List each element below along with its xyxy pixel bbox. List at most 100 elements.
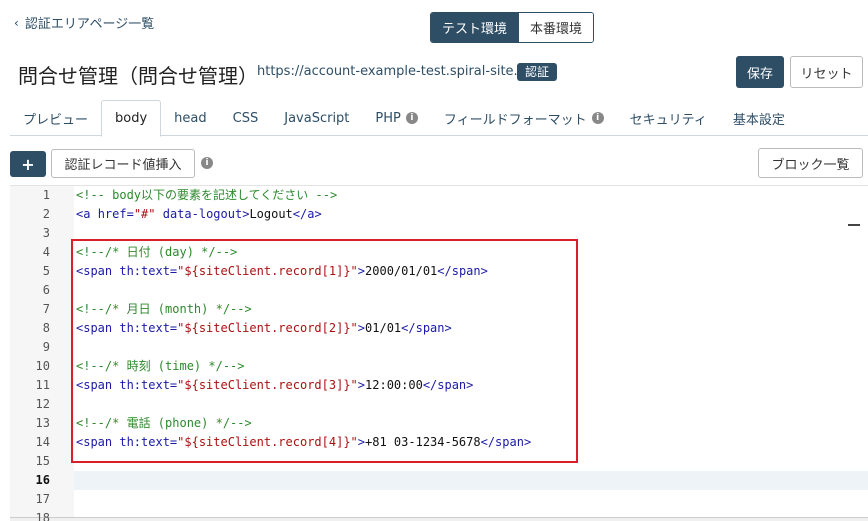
tab-label: プレビュー	[23, 112, 89, 128]
line-number: 18	[35, 511, 50, 521]
line-number: 1	[42, 188, 50, 202]
horizontal-scrollbar[interactable]	[10, 517, 868, 521]
code-token: <a	[76, 207, 98, 221]
reset-button[interactable]: リセット	[790, 56, 863, 88]
info-icon[interactable]: i	[405, 112, 418, 124]
code-line: <span th:text="${siteClient.record[3]}">…	[76, 376, 473, 395]
code-token: Logout	[249, 207, 293, 221]
tab-label: セキュリティ	[629, 112, 707, 128]
plus-icon: +	[21, 154, 35, 174]
code-line: <!--/* 月日 (month) */-->	[76, 300, 252, 319]
code-line: <span th:text="${siteClient.record[4]}">…	[76, 433, 531, 452]
code-line: <!--/* 日付 (day) */-->	[76, 243, 237, 262]
tab-label: body	[115, 111, 148, 126]
line-number: 15	[35, 454, 50, 468]
code-token: th:text=	[119, 435, 178, 449]
line-number: 7	[42, 302, 50, 316]
prod-env-button[interactable]: 本番環境	[518, 13, 594, 42]
code-token: <!-- body以下の要素を記述してください -->	[76, 188, 338, 202]
tab-8[interactable]: 基本設定	[720, 100, 798, 136]
code-token: href=	[97, 207, 134, 221]
test-env-button[interactable]: テスト環境	[431, 13, 519, 42]
current-line-highlight	[74, 471, 868, 490]
tab-5[interactable]: PHP i	[362, 100, 430, 136]
code-token: </span>	[422, 378, 474, 392]
code-token: +81 03-1234-5678	[365, 435, 481, 449]
line-number: 13	[35, 416, 50, 430]
editor-tabs: プレビュー body head CSS JavaScript PHP i フィールドフォーマッ…	[10, 100, 868, 137]
code-token: 01/01	[365, 321, 402, 335]
line-number: 14	[35, 435, 50, 449]
code-line: <!--/* 時刻 (time) */-->	[76, 357, 245, 376]
line-number: 9	[42, 340, 50, 354]
info-icon[interactable]: i	[591, 112, 604, 124]
line-number: 6	[42, 283, 50, 297]
line-number: 5	[42, 264, 50, 278]
code-token: "#"	[133, 207, 156, 221]
line-number: 3	[42, 226, 50, 240]
tab-label: CSS	[232, 110, 259, 126]
add-button[interactable]: +	[10, 151, 46, 177]
code-token: "${siteClient.record[2]}"	[177, 321, 358, 335]
minimize-icon[interactable]	[848, 224, 860, 226]
back-link[interactable]: ‹ 認証エリアページ一覧	[14, 13, 155, 33]
code-token: "${siteClient.record[1]}"	[177, 264, 358, 278]
tab-2[interactable]: head	[161, 100, 219, 136]
auth-badge: 認証	[517, 63, 558, 81]
page-url-link[interactable]: https://account-example-test.spiral-site…	[257, 64, 545, 79]
tab-label: PHP	[375, 110, 401, 126]
code-token: data-logout	[155, 207, 243, 221]
code-line: <!--/* 電話 (phone) */-->	[76, 414, 252, 433]
code-token: <!--/* 時刻 (time) */-->	[76, 359, 245, 373]
code-token: <span	[76, 378, 120, 392]
code-token: </span>	[437, 264, 488, 278]
tab-1[interactable]: body	[101, 100, 162, 137]
code-token: th:text=	[119, 321, 178, 335]
line-number: 2	[42, 207, 50, 221]
code-token: </span>	[401, 321, 452, 335]
back-link-label: 認証エリアページ一覧	[24, 17, 155, 32]
tab-0[interactable]: プレビュー	[10, 100, 101, 136]
insert-auth-record-button[interactable]: 認証レコード値挿入	[51, 149, 195, 178]
code-token: 12:00:00	[365, 378, 423, 392]
code-token: <!--/* 月日 (month) */-->	[76, 302, 252, 316]
tab-label: フィールドフォーマット	[443, 112, 587, 128]
code-line: <a href="#" data-logout>Logout</a>	[76, 205, 322, 224]
code-token: 2000/01/01	[365, 264, 438, 278]
code-token: </span>	[480, 435, 532, 449]
code-token: <span	[76, 435, 120, 449]
tab-4[interactable]: JavaScript	[271, 100, 362, 136]
line-number: 4	[42, 245, 50, 259]
line-number: 10	[35, 359, 50, 373]
save-button[interactable]: 保存	[736, 56, 784, 88]
tab-3[interactable]: CSS	[220, 100, 272, 136]
tab-label: JavaScript	[284, 110, 350, 126]
environment-toggle: テスト環境 本番環境	[430, 12, 595, 43]
code-line: <span th:text="${siteClient.record[2]}">…	[76, 319, 452, 338]
code-token: <span	[76, 321, 120, 335]
line-number: 8	[42, 321, 50, 335]
line-number: 16	[35, 473, 50, 487]
line-number: 11	[35, 378, 50, 392]
line-number: 17	[35, 492, 50, 506]
code-line: <span th:text="${siteClient.record[1]}">…	[76, 262, 488, 281]
code-token: <span	[76, 264, 120, 278]
code-token: <!--/* 日付 (day) */-->	[76, 245, 238, 259]
code-token: th:text=	[119, 378, 178, 392]
info-icon[interactable]: i	[201, 157, 213, 169]
tab-label: 基本設定	[732, 112, 785, 128]
code-token: </a>	[292, 207, 322, 221]
tab-7[interactable]: セキュリティ	[617, 100, 720, 136]
block-list-button[interactable]: ブロック一覧	[758, 148, 863, 178]
page-title: 問合せ管理（問合せ管理）	[18, 64, 258, 88]
code-token: "${siteClient.record[3]}"	[177, 378, 358, 392]
code-line: <!-- body以下の要素を記述してください -->	[76, 186, 337, 205]
tab-6[interactable]: フィールドフォーマット i	[431, 100, 617, 136]
tab-label: head	[174, 110, 207, 126]
line-number: 12	[35, 397, 50, 411]
code-editor[interactable]: 1 2 3 4 5 6 7 8 9 10 11 12 13 14 15 16 17 18 <!-- body以下の要…	[10, 185, 868, 521]
code-token: >	[357, 264, 366, 278]
code-token: <!--/* 電話 (phone) */-->	[76, 416, 252, 430]
chevron-left-icon: ‹	[14, 15, 19, 30]
code-token: "${siteClient.record[4]}"	[177, 435, 358, 449]
